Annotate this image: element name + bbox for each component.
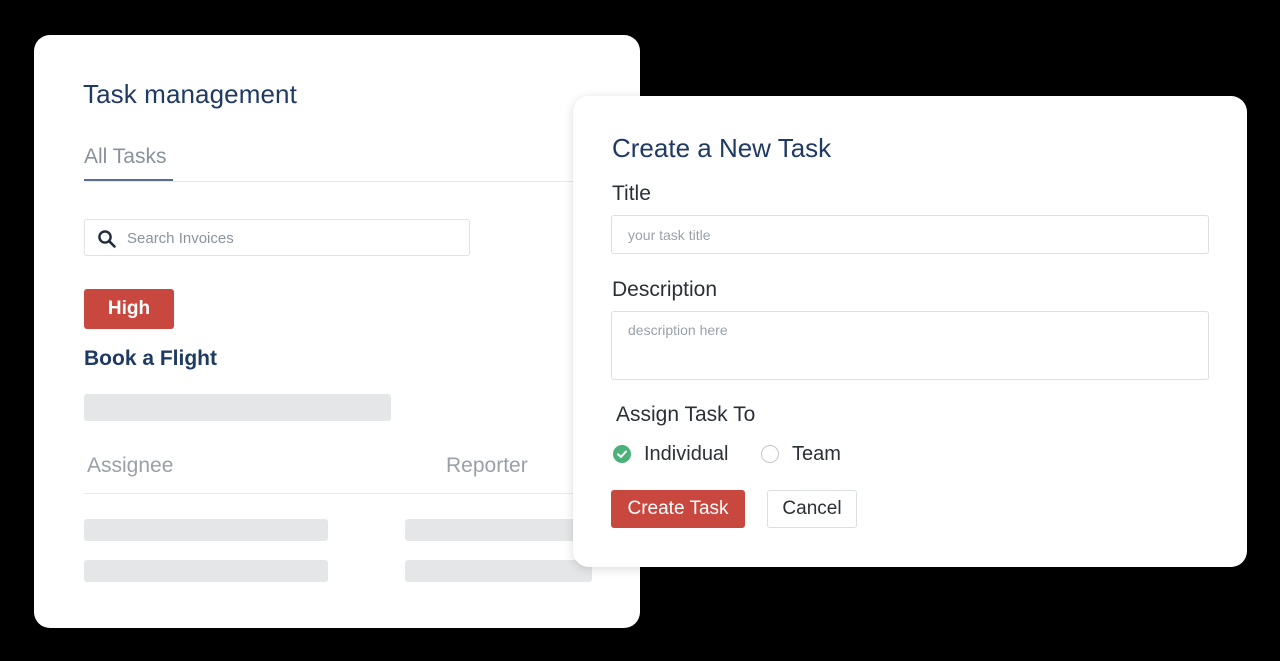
radio-individual-label: Individual [644,442,729,465]
cancel-button[interactable]: Cancel [767,490,857,528]
assignee-placeholder-bar [84,519,328,541]
check-circle-icon [613,445,631,463]
description-textarea[interactable] [611,311,1209,380]
assign-task-label: Assign Task To [616,403,756,426]
create-task-button[interactable]: Create Task [611,490,745,528]
search-placeholder: Search Invoices [127,230,234,247]
tab-all-tasks[interactable]: All Tasks [84,145,173,181]
priority-badge: High [84,289,174,329]
column-divider [84,493,640,494]
title-field-label: Title [612,182,651,205]
create-task-modal: Create a New Task Title Description Assi… [573,96,1247,567]
description-placeholder-bar [84,394,391,421]
reporter-placeholder-bar [405,560,592,582]
assignee-placeholder-bar [84,560,328,582]
radio-team-label: Team [792,442,841,465]
search-icon [98,230,116,248]
search-box[interactable]: Search Invoices [84,219,470,256]
modal-title: Create a New Task [612,133,832,163]
description-field-label: Description [612,278,718,301]
assignee-column-header: Assignee [87,454,174,477]
reporter-column-header: Reporter [446,454,528,477]
task-management-card: Task management All Tasks Search Invoice… [34,35,640,628]
radio-individual[interactable]: Individual [613,442,729,466]
page-title: Task management [83,79,297,109]
screen: Task management All Tasks Search Invoice… [0,0,1280,661]
task-title[interactable]: Book a Flight [84,347,217,371]
radio-team[interactable]: Team [761,442,841,466]
tab-bar: All Tasks [84,143,640,182]
reporter-placeholder-bar [405,519,592,541]
radio-empty-icon [761,445,779,463]
task-title-input[interactable] [611,215,1209,254]
